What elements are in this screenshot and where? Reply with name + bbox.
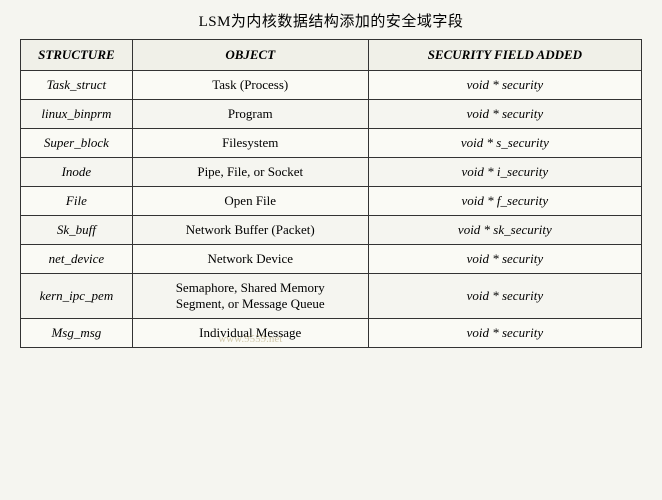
cell-object: Semaphore, Shared MemorySegment, or Mess… bbox=[132, 274, 368, 319]
cell-object: Network Device bbox=[132, 245, 368, 274]
table-header-row: STRUCTURE OBJECT SECURITY FIELD ADDED bbox=[21, 40, 642, 71]
cell-security: void * sk_security bbox=[368, 216, 641, 245]
watermark: www.9559.net bbox=[218, 333, 282, 345]
table-row: kern_ipc_pemSemaphore, Shared MemorySegm… bbox=[21, 274, 642, 319]
cell-object: Network Buffer (Packet) bbox=[132, 216, 368, 245]
cell-security: void * security bbox=[368, 319, 641, 348]
cell-security: void * security bbox=[368, 274, 641, 319]
cell-object: Filesystem bbox=[132, 129, 368, 158]
cell-security: void * security bbox=[368, 245, 641, 274]
cell-structure: Msg_msg bbox=[21, 319, 133, 348]
cell-structure: Inode bbox=[21, 158, 133, 187]
cell-object: Task (Process) bbox=[132, 71, 368, 100]
table-row: net_deviceNetwork Devicevoid * security bbox=[21, 245, 642, 274]
page-title: LSM为内核数据结构添加的安全域字段 bbox=[199, 10, 464, 31]
cell-security: void * i_security bbox=[368, 158, 641, 187]
cell-structure: Super_block bbox=[21, 129, 133, 158]
header-structure: STRUCTURE bbox=[21, 40, 133, 71]
cell-structure: Task_struct bbox=[21, 71, 133, 100]
lsm-security-table: STRUCTURE OBJECT SECURITY FIELD ADDED Ta… bbox=[20, 39, 642, 348]
header-object: OBJECT bbox=[132, 40, 368, 71]
table-row: Super_blockFilesystemvoid * s_security bbox=[21, 129, 642, 158]
table-row: Msg_msgIndividual Messagewww.9559.netvoi… bbox=[21, 319, 642, 348]
table-row: FileOpen Filevoid * f_security bbox=[21, 187, 642, 216]
table-row: linux_binprmProgramvoid * security bbox=[21, 100, 642, 129]
cell-structure: linux_binprm bbox=[21, 100, 133, 129]
cell-security: void * s_security bbox=[368, 129, 641, 158]
header-security: SECURITY FIELD ADDED bbox=[368, 40, 641, 71]
cell-object: Individual Messagewww.9559.net bbox=[132, 319, 368, 348]
cell-structure: File bbox=[21, 187, 133, 216]
cell-structure: net_device bbox=[21, 245, 133, 274]
table-row: Sk_buffNetwork Buffer (Packet)void * sk_… bbox=[21, 216, 642, 245]
cell-security: void * security bbox=[368, 100, 641, 129]
cell-object: Program bbox=[132, 100, 368, 129]
cell-object: Pipe, File, or Socket bbox=[132, 158, 368, 187]
cell-security: void * f_security bbox=[368, 187, 641, 216]
table-row: InodePipe, File, or Socketvoid * i_secur… bbox=[21, 158, 642, 187]
cell-object: Open File bbox=[132, 187, 368, 216]
cell-structure: kern_ipc_pem bbox=[21, 274, 133, 319]
table-row: Task_structTask (Process)void * security bbox=[21, 71, 642, 100]
cell-security: void * security bbox=[368, 71, 641, 100]
cell-structure: Sk_buff bbox=[21, 216, 133, 245]
